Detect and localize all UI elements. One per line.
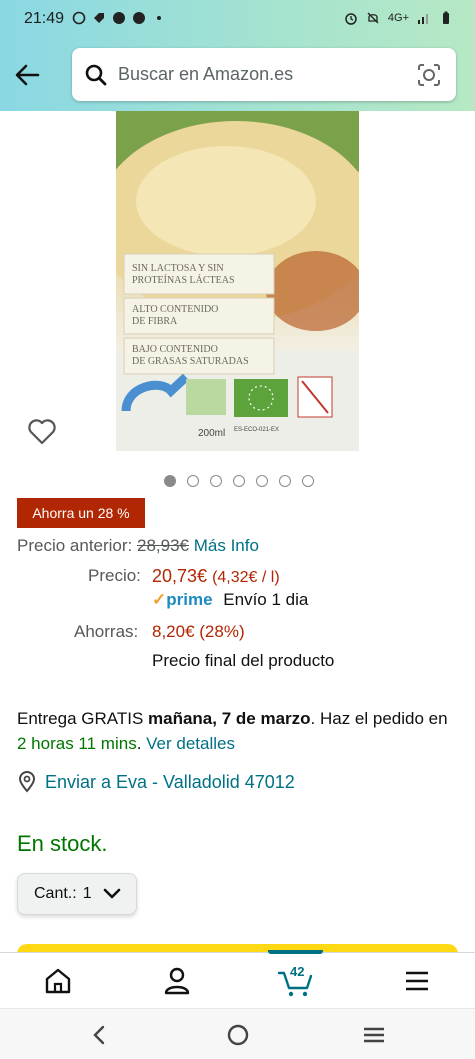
system-back-icon[interactable] [86,1021,114,1049]
carousel-dot[interactable] [256,475,268,487]
status-time: 21:49 [24,10,65,27]
package-code: ES-ECO-021-EX [234,427,279,433]
claim-2-line-1: ALTO CONTENIDO [132,304,218,315]
system-home-icon[interactable] [224,1021,252,1049]
carousel-dot[interactable] [187,475,199,487]
camera-lens-icon[interactable] [416,62,442,88]
carousel-dot[interactable] [302,475,314,487]
whatsapp-icon [72,11,86,25]
delivery-date: mañana, 7 de marzo [148,709,311,728]
system-icons: 4G+ [344,11,453,25]
app-header: 21:49 4G+ Buscar en Amazon.es [0,0,475,111]
search-icon [85,64,107,86]
prime-logo: prime [166,590,213,609]
previous-price-value: 28,93€ [137,536,190,555]
back-arrow-icon[interactable] [12,60,42,90]
deal-badge: Ahorra un 28 % [17,498,145,528]
prime-row: ✓prime Envío 1 dia [152,590,308,610]
final-price-note: Precio final del producto [152,651,335,670]
menu-icon[interactable] [397,963,437,999]
alarm-icon [345,13,357,25]
price-label: Precio: [88,566,141,585]
cart-count-badge: 42 [290,964,305,979]
price-value: 20,73€ [152,566,208,586]
bottom-navigation [0,950,475,1008]
carousel-dot[interactable] [279,475,291,487]
delivery-info: Entrega GRATIS mañana, 7 de marzo. Haz e… [17,706,457,756]
prime-shipping: Envío 1 dia [223,590,309,609]
location-pin-icon [18,771,36,793]
quantity-selector[interactable]: Cant.: 1 [17,873,137,915]
image-carousel-dots[interactable] [164,475,314,487]
quantity-value: 1 [82,885,92,902]
carousel-dot[interactable] [210,475,222,487]
claim-2-line-2: DE FIBRA [132,316,178,327]
status-bar: 21:49 4G+ [0,0,475,38]
unit-price: (4,32€ / l) [212,569,280,586]
price-value-row: 20,73€ (4,32€ / l) [152,566,280,587]
mute-icon [367,12,379,24]
savings-label: Ahorras: [74,622,139,641]
claim-1-line-1: SIN LACTOSA Y SIN [132,263,224,274]
delivery-details-link[interactable]: Ver detalles [146,734,235,753]
delivery-prefix: Entrega GRATIS [17,709,149,728]
carousel-dot[interactable] [233,475,245,487]
account-icon[interactable] [157,963,197,999]
android-navigation-bar [0,1008,475,1059]
claim-1-line-2: PROTEÍNAS LÁCTEAS [132,274,235,286]
savings-value: 8,20€ (28%) [152,622,245,641]
wishlist-heart-icon[interactable] [27,418,57,446]
tag-icon [94,13,104,23]
package-volume: 200ml [198,428,225,439]
signal-icon [418,14,428,24]
more-dot-icon [157,16,161,20]
product-photo: SIN LACTOSA Y SIN PROTEÍNAS LÁCTEAS ALTO… [116,111,359,451]
delivery-countdown: 2 horas 11 mins [17,734,137,753]
chevron-down-icon [103,888,120,899]
claim-3-line-1: BAJO CONTENIDO [132,344,218,355]
quantity-label: Cant.: [34,885,77,902]
search-input[interactable]: Buscar en Amazon.es [118,64,293,85]
battery-icon [443,11,449,24]
previous-price-row: Precio anterior: 28,93€ Más Info [17,536,259,556]
home-icon[interactable] [38,963,78,999]
facebook-icon [133,12,145,24]
carousel-dot[interactable] [164,475,176,487]
delivery-middle: . Haz el pedido en [310,709,448,728]
delivery-dot: . [136,734,147,753]
previous-price-label: Precio anterior: [17,536,133,555]
facebook-icon [113,12,125,24]
system-recents-icon[interactable] [360,1021,388,1049]
search-bar[interactable]: Buscar en Amazon.es [72,48,456,101]
deliver-to-location[interactable]: Enviar a Eva - Valladolid 47012 [17,771,295,793]
eu-organic-logo [234,379,288,417]
product-image[interactable]: SIN LACTOSA Y SIN PROTEÍNAS LÁCTEAS ALTO… [116,111,359,451]
more-info-link[interactable]: Más Info [194,536,259,555]
prime-check-icon: ✓ [152,590,167,609]
notification-icons [72,11,166,25]
location-text[interactable]: Enviar a Eva - Valladolid 47012 [45,772,295,793]
stock-status: En stock. [17,831,108,856]
nav-active-indicator [268,950,323,954]
claim-3-line-2: DE GRASAS SATURADAS [132,356,249,367]
network-type: 4G+ [387,12,409,24]
